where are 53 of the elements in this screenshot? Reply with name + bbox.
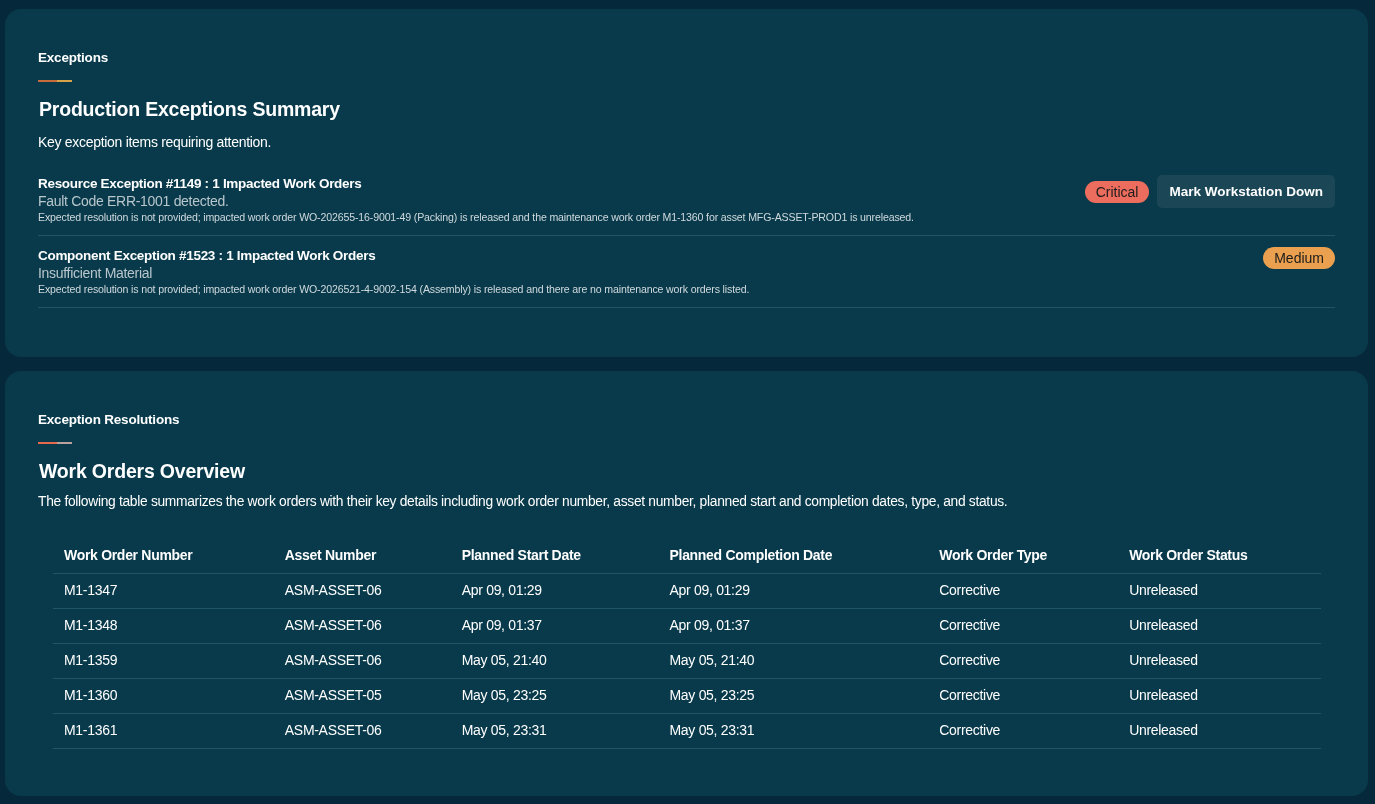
- column-header: Planned Start Date: [450, 541, 659, 574]
- mark-workstation-down-button[interactable]: Mark Workstation Down: [1157, 175, 1335, 208]
- section-label: Exceptions: [38, 49, 109, 66]
- table-cell: ASM-ASSET-06: [273, 573, 451, 609]
- table-cell: M1-1359: [53, 643, 274, 679]
- panel-subtitle: Key exception items requiring attention.: [38, 133, 273, 151]
- column-header: Work Order Number: [53, 541, 274, 574]
- table-cell: Unreleased: [1118, 643, 1321, 679]
- table-cell: ASM-ASSET-06: [273, 643, 451, 679]
- table-cell: Apr 09, 01:29: [450, 573, 659, 609]
- table-cell: May 05, 23:31: [450, 713, 659, 749]
- table-cell: Unreleased: [1118, 608, 1321, 644]
- table-cell: Corrective: [928, 678, 1119, 714]
- panel-heading: Work Orders Overview: [39, 459, 246, 483]
- accent-line: [38, 442, 72, 444]
- table-cell: May 05, 23:31: [658, 713, 929, 749]
- exception-title: Component Exception #1523 : 1 Impacted Work Orders: [38, 247, 377, 264]
- exception-reason: Fault Code ERR-1001 detected.: [38, 192, 230, 210]
- table-cell: May 05, 23:25: [450, 678, 659, 714]
- table-cell: May 05, 21:40: [658, 643, 929, 679]
- table-cell: ASM-ASSET-05: [273, 678, 451, 714]
- table-cell: Unreleased: [1118, 573, 1321, 609]
- table-cell: Unreleased: [1118, 713, 1321, 749]
- severity-badge: Critical: [1084, 180, 1150, 203]
- table-cell: May 05, 21:40: [450, 643, 659, 679]
- severity-badge: Medium: [1263, 247, 1335, 269]
- accent-line: [38, 80, 72, 82]
- exception-details: Expected resolution is not provided; impacted work order WO-2026521-4-9002-154 (Assembly) is released and there are no maintenance work orders listed.: [38, 282, 750, 296]
- column-header: Work Order Status: [1118, 541, 1321, 574]
- table-cell: M1-1347: [53, 573, 274, 609]
- panel-heading: Production Exceptions Summary: [39, 97, 341, 121]
- table-cell: Corrective: [928, 608, 1119, 644]
- table-cell: ASM-ASSET-06: [273, 608, 451, 644]
- table-cell: Corrective: [928, 713, 1119, 749]
- column-header: Asset Number: [273, 541, 451, 574]
- panel-description: The following table summarizes the work orders with their key details including work order number, asset number, planned start and completion dates, type, and status.: [38, 493, 1009, 511]
- table-cell: Apr 09, 01:37: [450, 608, 659, 644]
- table-cell: M1-1348: [53, 608, 274, 644]
- table-cell: Unreleased: [1118, 678, 1321, 714]
- column-header: Planned Completion Date: [658, 541, 929, 574]
- table-cell: May 05, 23:25: [658, 678, 929, 714]
- table-cell: M1-1361: [53, 713, 274, 749]
- section-label: Exception Resolutions: [38, 411, 180, 428]
- table-cell: Corrective: [928, 643, 1119, 679]
- table-cell: Apr 09, 01:37: [658, 608, 929, 644]
- table-cell: ASM-ASSET-06: [273, 713, 451, 749]
- table-cell: Corrective: [928, 573, 1119, 609]
- exception-title: Resource Exception #1149 : 1 Impacted Work Orders: [38, 175, 363, 192]
- exception-details: Expected resolution is not provided; impacted work order WO-202655-16-9001-49 (Packing) is released and the maintenance work order M1-1360 for asset MFG-ASSET-PROD1 is unreleased.: [38, 210, 914, 224]
- exception-reason: Insufficient Material: [38, 264, 154, 282]
- table-cell: M1-1360: [53, 678, 274, 714]
- column-header: Work Order Type: [928, 541, 1119, 574]
- table-cell: Apr 09, 01:29: [658, 573, 929, 609]
